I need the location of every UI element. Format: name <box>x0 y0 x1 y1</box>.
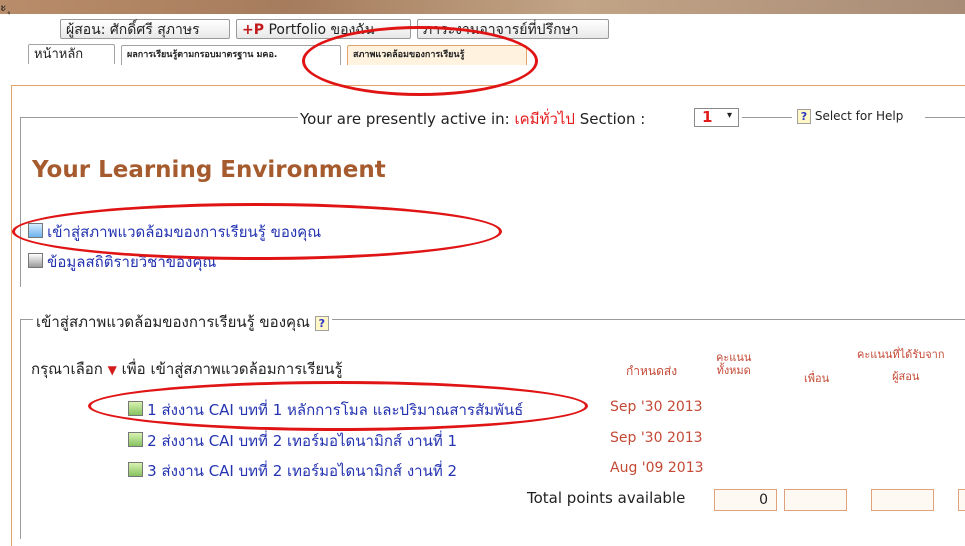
assignment-due: Sep '30 2013 <box>610 399 703 415</box>
column-total-score-line1: คะแนน <box>716 351 752 364</box>
assignment-due: Sep '30 2013 <box>610 430 703 446</box>
column-due: กำหนดส่ง <box>626 364 678 378</box>
fieldset-line-mid <box>742 117 792 118</box>
blue-square-icon <box>28 223 43 238</box>
tab-learning-environment-label: สภาพแวดล้อมของการเรียนรู้ <box>353 50 465 60</box>
assignments-legend: เข้าสู่สภาพแวดล้อมของการเรียนรู้ ของคุณ … <box>33 310 332 334</box>
assignment-label: 3 ส่งงาน CAI บทที่ 2 เทอร์มอไดนามิกส์ งา… <box>147 462 458 480</box>
chevron-down-icon: ▾ <box>727 110 733 121</box>
help-icon[interactable]: ? <box>314 316 329 331</box>
help-label: Select for Help <box>814 109 904 123</box>
active-course-line: Your are presently active in: เคมีทั่วไป… <box>300 107 645 131</box>
friend-points-box <box>784 489 847 511</box>
enter-environment-label: เข้าสู่สภาพแวดล้อมของการเรียนรู้ ของคุณ <box>47 223 322 241</box>
column-received-line1: คะแนนที่ได้รับจาก <box>857 348 945 361</box>
assignment-row-3[interactable]: 3 ส่งงาน CAI บทที่ 2 เทอร์มอไดนามิกส์ งา… <box>128 459 457 483</box>
advisor-label: ภาระงานอาจารย์ที่ปรึกษา <box>423 22 579 38</box>
top-banner-strip: ะ ุ <box>0 0 965 14</box>
gray-square-icon <box>28 253 43 268</box>
fieldset-line-left <box>20 117 298 118</box>
assignment-label: 2 ส่งงาน CAI บทที่ 2 เทอร์มอไดนามิกส์ งา… <box>147 432 458 450</box>
section-value: 1 <box>702 108 713 126</box>
column-total-score: คะแนน ทั้งหมด <box>716 351 751 377</box>
assignment-due: Aug '09 2013 <box>610 460 704 476</box>
tab-home-label: หน้าหลัก <box>34 47 84 62</box>
help-link[interactable]: ? Select for Help <box>797 109 903 124</box>
active-prefix: Your are presently active in: <box>300 110 515 128</box>
course-statistics-label: ข้อมูลสถิติรายวิชาของคุณ <box>47 253 217 271</box>
advisor-workload-button[interactable]: ภาระงานอาจารย์ที่ปรึกษา <box>417 19 609 39</box>
fieldset-line-right <box>925 117 965 118</box>
selection-hint: กรุณาเลือก ▼ เพื่อ เข้าสู่สภาพแวดล้อมการ… <box>31 357 343 381</box>
tab-home[interactable]: หน้าหลัก <box>28 44 115 64</box>
tab-learning-outcomes-label: ผลการเรียนรู้ตามกรอบมาตรฐาน มคอ. <box>127 50 278 60</box>
section-select[interactable]: 1 ▾ <box>694 108 739 127</box>
section-label: Section : <box>574 110 646 128</box>
triangle-down-icon: ▼ <box>107 363 117 377</box>
column-received-from: คะแนนที่ได้รับจาก ผู้สอน <box>857 348 945 383</box>
instructor-points-box <box>871 489 934 511</box>
assignment-row-1[interactable]: 1 ส่งงาน CAI บทที่ 1 หลักการโมล และปริมา… <box>128 398 523 422</box>
page-title: Your Learning Environment <box>32 157 386 183</box>
hint-suffix: เพื่อ เข้าสู่สภาพแวดล้อมการเรียนรู้ <box>116 360 343 378</box>
instructor-button[interactable]: ผู้สอน: ศักดิ์ศรี สุภาษร <box>60 19 230 39</box>
extra-points-box <box>958 489 965 511</box>
course-statistics-link[interactable]: ข้อมูลสถิติรายวิชาของคุณ <box>28 250 216 274</box>
green-square-icon <box>128 401 143 416</box>
portfolio-button[interactable]: +P Portfolio ของฉัน <box>236 19 411 39</box>
total-points-value: 0 <box>714 489 777 511</box>
tab-learning-outcomes[interactable]: ผลการเรียนรู้ตามกรอบมาตรฐาน มคอ. <box>121 45 341 65</box>
hint-prefix: กรุณาเลือก <box>31 360 108 378</box>
banner-text: ะ ุ <box>0 0 11 14</box>
total-points-label: Total points available <box>527 489 686 507</box>
green-square-icon <box>128 462 143 477</box>
assignment-row-2[interactable]: 2 ส่งงาน CAI บทที่ 2 เทอร์มอไดนามิกส์ งา… <box>128 429 457 453</box>
column-total-score-line2: ทั้งหมด <box>716 364 751 377</box>
column-friend: เพื่อน <box>804 372 830 385</box>
active-course-name: เคมีทั่วไป <box>514 110 575 128</box>
fieldset-line-vertical <box>20 117 21 287</box>
enter-environment-link[interactable]: เข้าสู่สภาพแวดล้อมของการเรียนรู้ ของคุณ <box>28 220 321 244</box>
section-left-border <box>20 319 21 539</box>
column-received-line2: ผู้สอน <box>892 370 920 383</box>
tab-learning-environment[interactable]: สภาพแวดล้อมของการเรียนรู้ <box>347 45 527 65</box>
assignment-label: 1 ส่งงาน CAI บทที่ 1 หลักการโมล และปริมา… <box>147 401 524 419</box>
help-icon: ? <box>797 109 811 124</box>
assignments-legend-label: เข้าสู่สภาพแวดล้อมของการเรียนรู้ ของคุณ <box>36 313 310 331</box>
portfolio-label: Portfolio ของฉัน <box>264 22 375 38</box>
instructor-label: ผู้สอน: ศักดิ์ศรี สุภาษร <box>66 22 200 38</box>
green-square-icon <box>128 432 143 447</box>
portfolio-plus-icon: +P <box>242 22 264 38</box>
